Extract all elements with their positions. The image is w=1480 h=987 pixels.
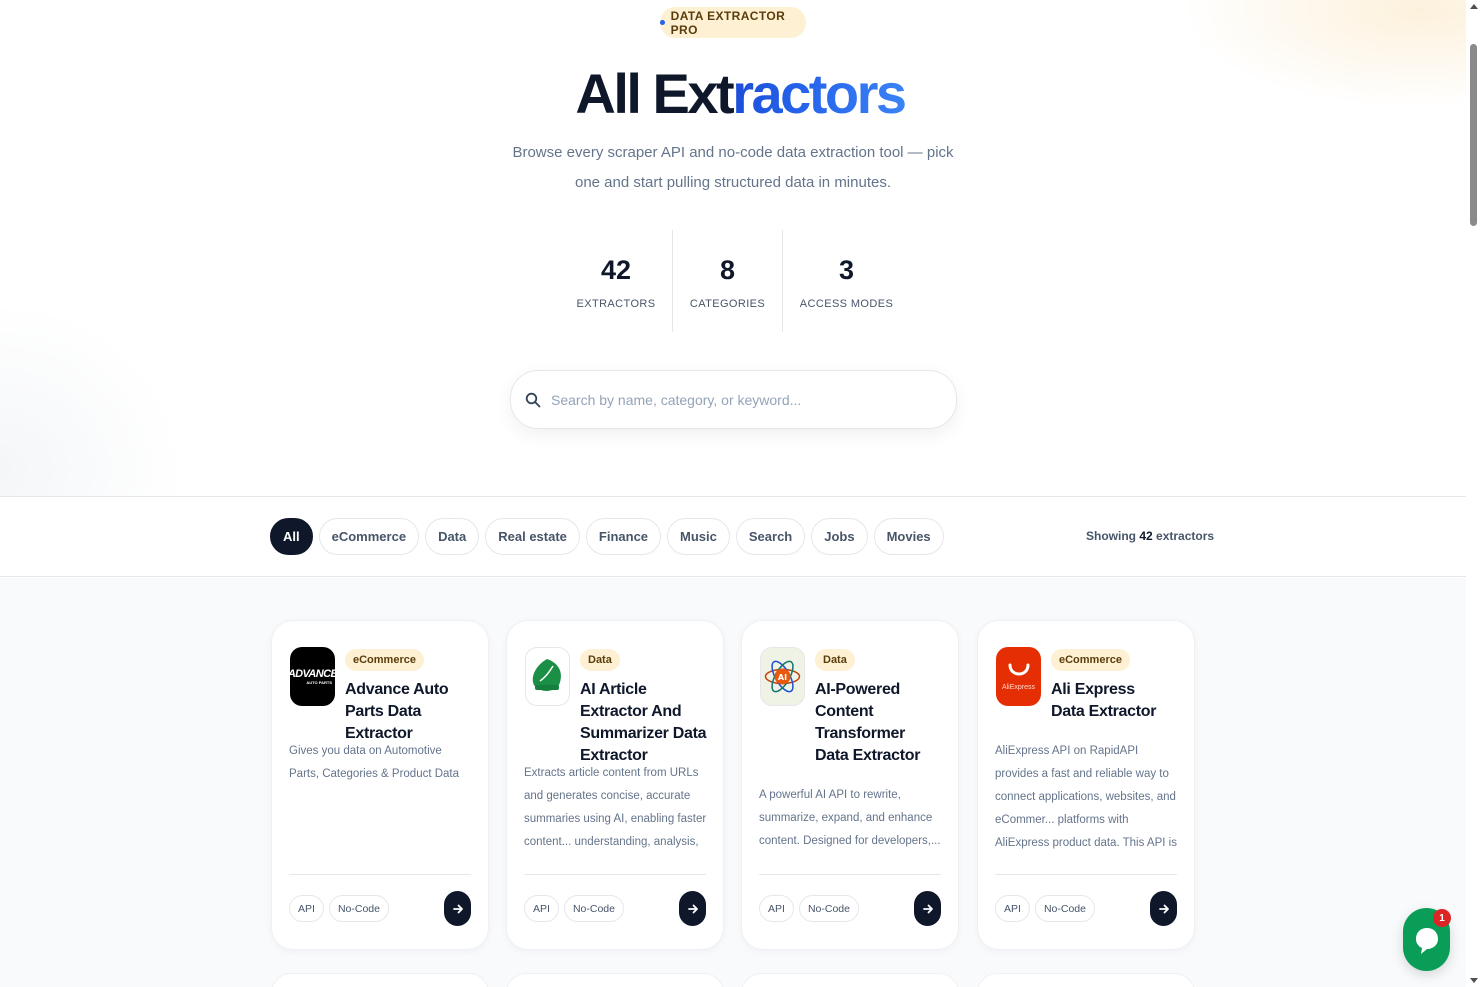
stat-value: 42: [600, 255, 632, 285]
search-icon: [525, 392, 541, 407]
ai-atom-icon: AI: [764, 660, 801, 693]
arrow-right-icon: [687, 904, 698, 913]
card-divider: [289, 874, 471, 875]
page-subtitle: Browse every scraper API and no-code dat…: [512, 144, 954, 191]
tag-api: API: [995, 895, 1030, 922]
search-box[interactable]: [510, 370, 957, 429]
page-title-prefix: All Ext: [575, 62, 734, 125]
category-badge: Data: [580, 649, 620, 671]
stat-label: EXTRACTORS: [576, 298, 656, 310]
extractor-card[interactable]: AI Data AI-Powered Content Transformer D…: [741, 620, 959, 950]
chip-data[interactable]: Data: [425, 518, 480, 555]
card-title[interactable]: Advance Auto Parts Data Extractor: [345, 679, 475, 745]
arrow-right-icon: [922, 904, 933, 913]
card-description: Extracts article content from URLs and g…: [524, 767, 707, 848]
open-button[interactable]: [679, 891, 706, 926]
scrollbar-thumb[interactable]: [1470, 44, 1477, 226]
card-description: A powerful AI API to rewrite, summarize,…: [759, 789, 941, 847]
scroll-up-arrow-icon[interactable]: [1470, 4, 1478, 9]
page-title: All Extractors: [0, 56, 1480, 132]
arrow-right-icon: [1158, 904, 1169, 913]
open-button[interactable]: [444, 891, 471, 926]
badge-label: DATA EXTRACTOR PRO: [670, 8, 786, 37]
advance-auto-parts-logo: ADVANCE AUTO PARTS: [290, 647, 335, 706]
shopping-bag-icon: [1008, 663, 1029, 676]
card-divider: [524, 874, 706, 875]
access-tags: API No-Code: [289, 895, 389, 922]
extractor-card-partial[interactable]: [271, 973, 489, 987]
card-divider: [759, 874, 941, 875]
stat-label: ACCESS MODES: [799, 298, 894, 310]
logo-text: AI: [778, 673, 787, 682]
extractor-card[interactable]: Data AI Article Extractor And Summarizer…: [506, 620, 724, 950]
access-tags: API No-Code: [524, 895, 624, 922]
stat-label: CATEGORIES: [689, 298, 766, 310]
open-button[interactable]: [1150, 891, 1177, 926]
chip-movies[interactable]: Movies: [873, 518, 944, 555]
chat-bubble-icon: [1415, 927, 1438, 954]
tag-api: API: [524, 895, 559, 922]
tag-no-code: No-Code: [798, 895, 859, 922]
aliexpress-logo: AliExpress: [996, 647, 1041, 706]
extractor-card-partial[interactable]: [741, 973, 959, 987]
card-title[interactable]: Ali Express Data Extractor: [1051, 679, 1171, 723]
open-button[interactable]: [914, 891, 941, 926]
filter-bar: All eCommerce Data Real estate Finance M…: [0, 497, 1480, 577]
product-badge: DATA EXTRACTOR PRO: [660, 7, 806, 38]
results-number: 42: [1139, 529, 1153, 543]
extractor-card-partial[interactable]: [506, 973, 724, 987]
tag-no-code: No-Code: [563, 895, 624, 922]
chip-ecommerce[interactable]: eCommerce: [318, 518, 420, 555]
unread-badge: 1: [1433, 909, 1451, 927]
extractor-card[interactable]: AliExpress eCommerce Ali Express Data Ex…: [977, 620, 1195, 950]
stat-extractors: 42 EXTRACTORS: [560, 230, 672, 332]
card-description: Gives you data on Automotive Parts, Cate…: [289, 745, 460, 780]
tag-no-code: No-Code: [328, 895, 389, 922]
category-badge: Data: [815, 649, 855, 671]
chip-all[interactable]: All: [270, 518, 313, 555]
chip-music[interactable]: Music: [667, 518, 730, 555]
logo-text: AliExpress: [1001, 684, 1036, 691]
card-divider: [995, 874, 1177, 875]
chip-jobs[interactable]: Jobs: [811, 518, 868, 555]
access-tags: API No-Code: [759, 895, 859, 922]
extractor-grid: ADVANCE AUTO PARTS eCommerce Advance Aut…: [0, 578, 1480, 987]
tag-api: API: [759, 895, 794, 922]
card-title[interactable]: AI-Powered Content Transformer Data Extr…: [815, 679, 940, 767]
results-prefix: Showing: [1086, 529, 1136, 543]
stat-access-modes: 3 ACCESS MODES: [782, 230, 910, 332]
stat-categories: 8 CATEGORIES: [672, 230, 782, 332]
stats-row: 42 EXTRACTORS 8 CATEGORIES 3 ACCESS MODE…: [560, 230, 910, 332]
card-description: AliExpress API on RapidAPI provides a fa…: [995, 745, 1177, 849]
access-tags: API No-Code: [995, 895, 1095, 922]
tag-no-code: No-Code: [1034, 895, 1095, 922]
logo-text: ADVANCE: [290, 668, 335, 680]
badge-dot-icon: [660, 20, 665, 25]
card-title[interactable]: AI Article Extractor And Summarizer Data…: [580, 679, 715, 767]
results-suffix: extractors: [1156, 529, 1215, 543]
ai-content-logo: AI: [760, 647, 805, 706]
search-input[interactable]: [551, 391, 931, 408]
arrow-right-icon: [452, 904, 463, 913]
stat-value: 3: [838, 255, 855, 285]
results-count: Showing 42 extractors: [1086, 529, 1214, 543]
scroll-down-arrow-icon[interactable]: [1470, 978, 1478, 983]
summary-leaf-icon: [532, 659, 561, 691]
extractor-card-partial[interactable]: [977, 973, 1195, 987]
article-summary-logo: [525, 647, 570, 706]
chip-finance[interactable]: Finance: [585, 518, 662, 555]
hero-section: DATA EXTRACTOR PRO All Extractors Browse…: [0, 0, 1480, 497]
extractor-card[interactable]: ADVANCE AUTO PARTS eCommerce Advance Aut…: [271, 620, 489, 950]
category-badge: eCommerce: [345, 649, 424, 671]
category-chips: All eCommerce Data Real estate Finance M…: [270, 518, 944, 555]
chip-real-estate[interactable]: Real estate: [485, 518, 580, 555]
logo-subtext: AUTO PARTS: [306, 680, 332, 685]
stat-value: 8: [719, 255, 736, 285]
category-badge: eCommerce: [1051, 649, 1130, 671]
tag-api: API: [289, 895, 324, 922]
chip-search[interactable]: Search: [735, 518, 806, 555]
page-title-accent: ractors: [732, 62, 907, 125]
